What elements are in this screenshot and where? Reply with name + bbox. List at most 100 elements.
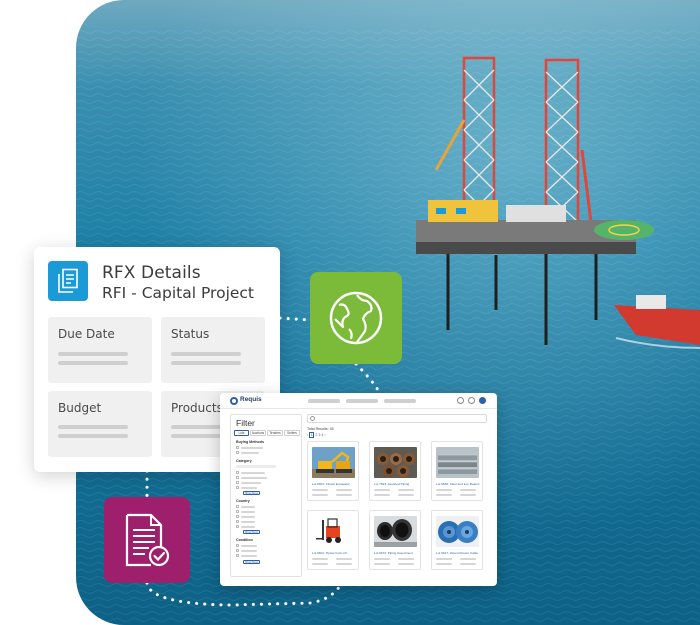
search-icon: [310, 416, 315, 421]
product-meta: [398, 489, 414, 491]
forklift-image: [312, 516, 355, 547]
pagination[interactable]: ‹ 1 2 3 4 ›: [307, 432, 326, 438]
globe-icon: [329, 291, 383, 345]
header-dropdown[interactable]: [346, 399, 378, 403]
product-meta: [336, 489, 352, 491]
product-card[interactable]: Lot 6601: Hyster Fork Lift: [307, 510, 359, 570]
filter-checkbox[interactable]: [236, 471, 239, 474]
category-search[interactable]: [236, 465, 276, 468]
product-title[interactable]: Lot 6617: Wound Power Cable: [436, 551, 482, 555]
product-meta: [460, 494, 476, 496]
show-more-country-button[interactable]: Show More: [243, 530, 260, 534]
filter-checkbox[interactable]: [236, 549, 239, 552]
product-meta: [336, 494, 352, 496]
product-meta: [460, 489, 476, 491]
filter-tab-sellers[interactable]: Sellers: [284, 430, 300, 436]
product-title[interactable]: Lot 6601: Hyster Fork Lift: [312, 551, 358, 555]
filter-checkbox[interactable]: [236, 481, 239, 484]
filter-checkbox[interactable]: [236, 505, 239, 508]
filter-checkbox[interactable]: [236, 446, 239, 449]
product-meta: [398, 563, 414, 565]
product-meta: [436, 489, 452, 491]
filter-option: [241, 446, 263, 449]
filter-checkbox[interactable]: [236, 476, 239, 479]
product-meta: [312, 558, 328, 560]
filter-section-category: Category: [236, 459, 252, 463]
products-placeholder: [171, 425, 221, 429]
product-meta: [312, 494, 328, 496]
rfx-card-title: RFX Details: [102, 263, 201, 283]
user-avatar-icon[interactable]: [479, 397, 486, 404]
filter-checkbox[interactable]: [236, 544, 239, 547]
filter-option: [241, 476, 267, 479]
budget-placeholder: [58, 434, 128, 438]
filter-checkbox[interactable]: [236, 515, 239, 518]
rfx-card-subtitle: RFI - Capital Project: [102, 284, 255, 302]
excavator-image: [312, 447, 355, 478]
pager-next-icon[interactable]: ›: [324, 433, 325, 437]
filter-checkbox[interactable]: [236, 520, 239, 523]
filter-option: [241, 549, 257, 552]
status-label: Status: [171, 327, 210, 341]
product-card[interactable]: Lot 6660: Steel and Iron Beams: [431, 441, 483, 501]
globe-tile: [310, 272, 402, 364]
filter-checkbox[interactable]: [236, 525, 239, 528]
filter-checkbox[interactable]: [236, 486, 239, 489]
document-check-icon: [125, 513, 170, 567]
status-placeholder: [171, 352, 241, 356]
filter-option: [241, 544, 257, 547]
filter-tab-lots[interactable]: Lots: [234, 430, 249, 436]
filter-option: [241, 471, 265, 474]
product-card[interactable]: Lot 6617: Wound Power Cable: [431, 510, 483, 570]
settings-icon[interactable]: [457, 397, 464, 404]
product-meta: [374, 563, 390, 565]
filter-checkbox[interactable]: [236, 451, 239, 454]
product-meta: [374, 489, 390, 491]
product-title[interactable]: Lot 6672: Piping Assortment: [374, 551, 420, 555]
product-meta: [336, 558, 352, 560]
product-title[interactable]: Lot 6660: Steel and Iron Beams: [436, 482, 482, 486]
filter-option: [241, 510, 255, 513]
filter-checkbox[interactable]: [236, 554, 239, 557]
filter-section-condition: Condition: [236, 538, 253, 542]
due-date-field: Due Date: [48, 317, 152, 383]
header-dropdown[interactable]: [384, 399, 416, 403]
product-card[interactable]: Lot 7823: Assorted Piping: [369, 441, 421, 501]
product-card[interactable]: Lot 6672: Piping Assortment: [369, 510, 421, 570]
product-card[interactable]: Lot 8901: Kinwet Excavator: [307, 441, 359, 501]
header-dropdown[interactable]: [308, 399, 340, 403]
product-meta: [398, 494, 414, 496]
marketplace-app-window[interactable]: Requis Filter Lots Auctions Tenders Sell…: [220, 393, 497, 586]
show-more-condition-button[interactable]: Show More: [243, 560, 260, 564]
product-meta: [436, 494, 452, 496]
filter-option: [241, 486, 257, 489]
show-more-category-button[interactable]: Show More: [243, 491, 260, 495]
filter-tab-tenders[interactable]: Tenders: [267, 430, 283, 436]
product-meta: [436, 563, 452, 565]
pager-page-1[interactable]: 1: [309, 432, 315, 438]
budget-label: Budget: [58, 401, 102, 415]
product-meta: [436, 558, 452, 560]
filter-option: [241, 525, 255, 528]
filter-option: [241, 505, 255, 508]
app-brand-name: Requis: [240, 396, 262, 403]
product-meta: [398, 558, 414, 560]
filter-option: [241, 554, 257, 557]
product-title[interactable]: Lot 8901: Kinwet Excavator: [312, 482, 358, 486]
product-title[interactable]: Lot 7823: Assorted Piping: [374, 482, 420, 486]
requis-logo-icon: [230, 397, 238, 405]
filter-title: Filter: [236, 418, 255, 428]
document-icon: [48, 261, 88, 301]
filter-checkbox[interactable]: [236, 510, 239, 513]
product-meta: [336, 563, 352, 565]
product-meta: [460, 563, 476, 565]
search-input[interactable]: [307, 414, 487, 423]
product-meta: [374, 494, 390, 496]
filter-option: [241, 451, 259, 454]
bell-icon[interactable]: [468, 397, 475, 404]
pager-prev-icon[interactable]: ‹: [307, 433, 308, 437]
piping-assortment-image: [374, 516, 417, 547]
product-meta: [312, 489, 328, 491]
product-meta: [460, 558, 476, 560]
filter-tab-auctions[interactable]: Auctions: [250, 430, 266, 436]
